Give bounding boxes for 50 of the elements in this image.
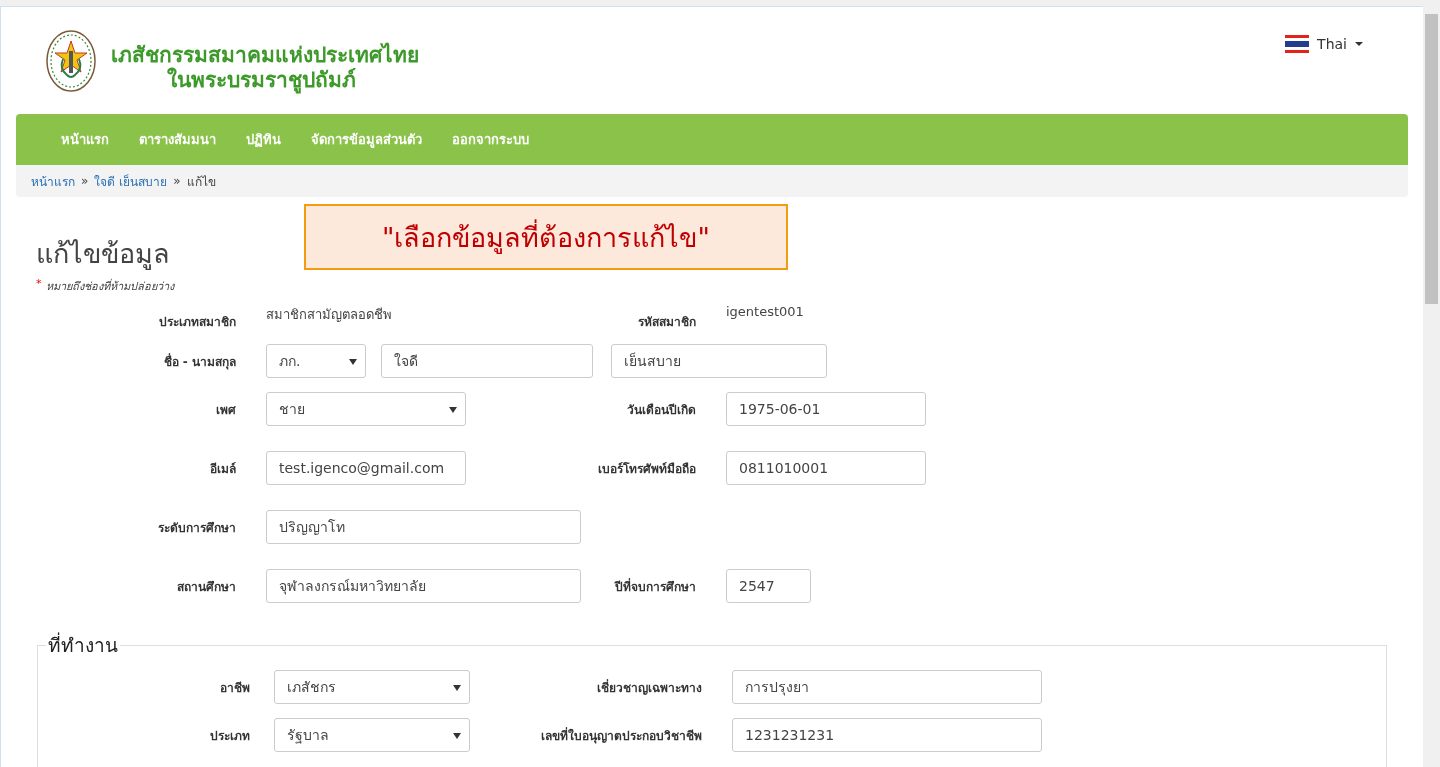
text-field[interactable]: 1975-06-01 <box>726 392 926 426</box>
caret-icon <box>453 733 461 739</box>
text-field[interactable]: ใจดี <box>381 344 593 378</box>
field-label: เพศ <box>215 402 236 419</box>
flag-icon <box>1285 35 1310 53</box>
text-field[interactable]: เย็นสบาย <box>611 344 827 378</box>
breadcrumb-current: แก้ไข <box>186 173 216 191</box>
caret-icon <box>349 359 357 365</box>
field-label: ปีที่จบการศึกษา <box>613 577 696 596</box>
field-label: ประเภท <box>209 728 250 745</box>
caret-icon <box>1355 42 1363 46</box>
field-value: สมาชิกสามัญตลอดชีพ <box>266 306 392 324</box>
text-field[interactable]: 0811010001 <box>726 451 926 485</box>
field-label: เบอร์โทรศัพท์มือถือ <box>597 461 696 478</box>
field-label: เลขที่ใบอนุญาตประกอบวิชาชีพ <box>540 726 702 745</box>
page-title: แก้ไขข้อมูล <box>36 237 170 271</box>
section-title: ที่ทำงาน <box>47 631 119 658</box>
field-label: วันเดือนปีเกิด <box>626 402 696 419</box>
text-field[interactable]: ปริญญาโท <box>266 510 581 544</box>
required-note: หมายถึงช่องที่ห้ามปล่อยว่าง <box>45 277 174 295</box>
field-label: อาชีพ <box>219 680 250 697</box>
field-label: ชื่อ - นามสกุล <box>162 352 236 371</box>
breadcrumb-link[interactable]: ใจดี เย็นสบาย <box>94 171 168 191</box>
language-dropdown[interactable]: Thai <box>1281 29 1367 59</box>
text-field[interactable]: test.igenco@gmail.com <box>266 451 466 485</box>
text-field[interactable]: การปรุงยา <box>732 670 1042 704</box>
field-label: ระดับการศึกษา <box>157 520 236 537</box>
text-field[interactable]: จุฬาลงกรณ์มหาวิทยาลัย <box>266 569 581 603</box>
field-label: เชี่ยวชาญเฉพาะทาง <box>596 678 702 697</box>
required-mark: * <box>36 277 42 292</box>
association-emblem-icon <box>45 29 97 93</box>
field-label: อีเมล์ <box>209 461 236 478</box>
breadcrumb-link[interactable]: หน้าแรก <box>31 171 75 191</box>
select-field[interactable]: เภสัชกร <box>274 670 470 704</box>
caret-icon <box>453 685 461 691</box>
breadcrumb-separator: » <box>173 174 181 188</box>
text-field[interactable]: 1231231231 <box>732 718 1042 752</box>
field-value: igentest001 <box>726 303 804 319</box>
breadcrumb-separator: » <box>81 174 89 188</box>
select-field[interactable]: ชาย <box>266 392 466 426</box>
field-label: สถานศึกษา <box>176 579 236 596</box>
field-label: รหัสสมาชิก <box>637 314 696 331</box>
association-name: เภสัชกรรมสมาคมแห่งประเทศไทย <box>111 43 419 67</box>
caret-icon <box>449 407 457 413</box>
select-field[interactable]: ภก. <box>266 344 366 378</box>
association-name: ในพระบรมราชูปถัมภ์ <box>166 68 357 93</box>
instruction-callout: "เลือกข้อมูลที่ต้องการแก้ไข" <box>304 204 788 270</box>
select-field[interactable]: รัฐบาล <box>274 718 470 752</box>
field-label: ประเภทสมาชิก <box>158 314 236 331</box>
text-field[interactable]: 2547 <box>726 569 811 603</box>
